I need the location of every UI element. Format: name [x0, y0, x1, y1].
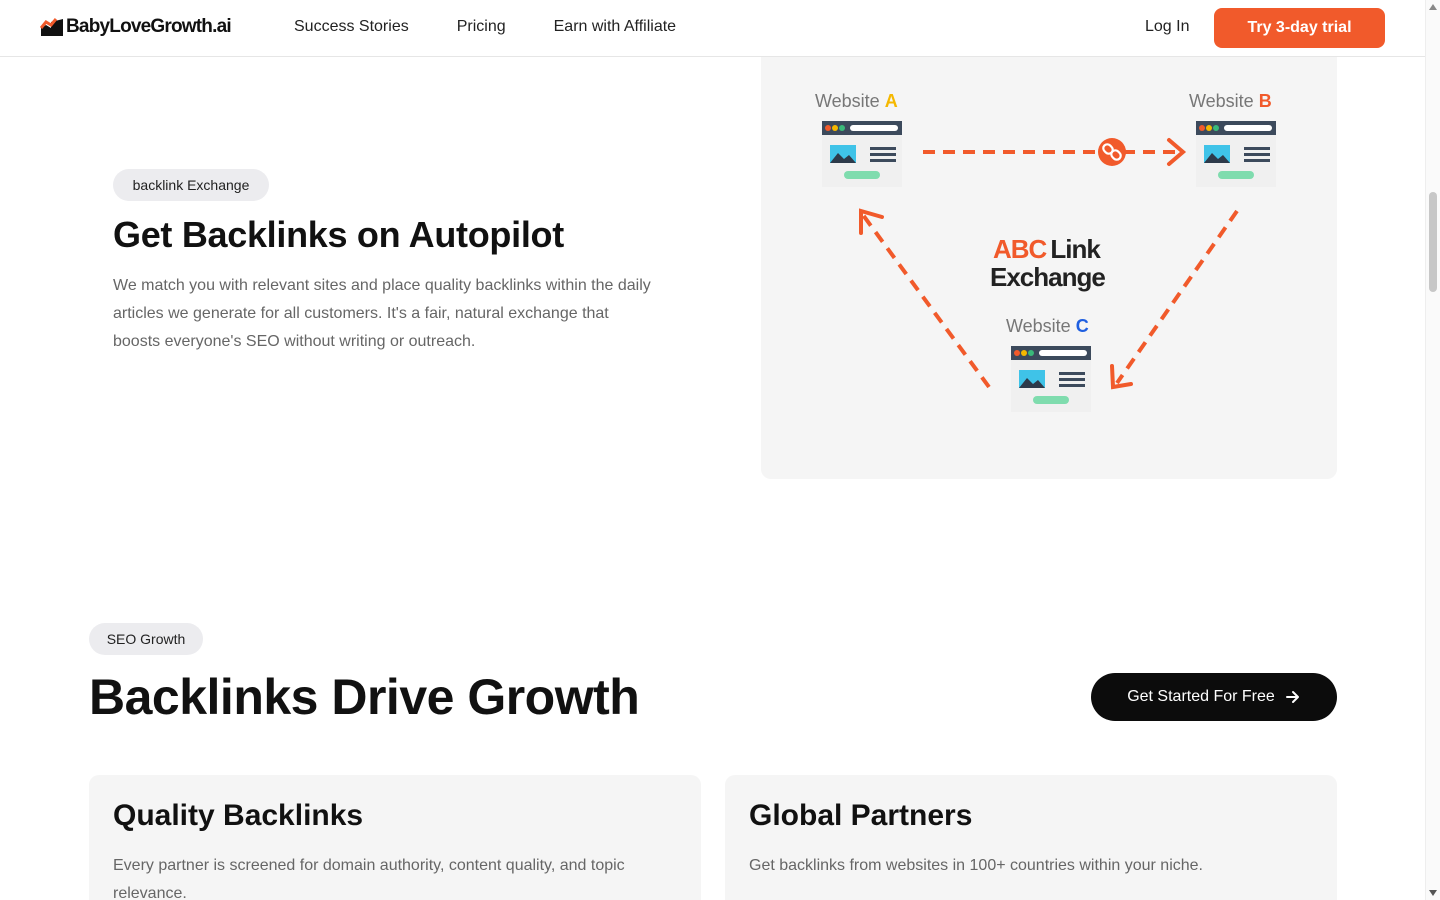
growth-badge: SEO Growth	[89, 623, 203, 655]
exchange-title: Get Backlinks on Autopilot	[113, 214, 564, 255]
scroll-down-arrow-icon[interactable]	[1429, 890, 1437, 896]
card-title: Global Partners	[749, 799, 973, 832]
nav-pricing[interactable]: Pricing	[457, 18, 506, 36]
arrow-b-to-c	[1115, 209, 1239, 385]
login-link[interactable]: Log In	[1145, 18, 1189, 36]
site-c-icon	[1011, 346, 1091, 412]
brand-logo[interactable]: BabyLoveGrowth.ai	[40, 16, 232, 38]
exchange-description: We match you with relevant sites and pla…	[113, 277, 651, 350]
card-title: Quality Backlinks	[113, 799, 364, 832]
arrow-right-icon	[1285, 691, 1299, 703]
site-a-label: Website A	[815, 91, 898, 111]
diagram-svg: Website A Website B Website C ABC Link Ex…	[815, 91, 1276, 412]
site-b-icon	[1196, 121, 1276, 187]
feature-card-quality: Quality Backlinks Every partner is scree…	[89, 775, 701, 900]
logo-text: BabyLoveGrowth.ai	[66, 16, 232, 37]
site-b-label: Website B	[1189, 91, 1272, 111]
arrowhead-a-icon	[859, 208, 884, 235]
growth-title: Backlinks Drive Growth	[89, 669, 640, 725]
top-header: BabyLoveGrowth.ai Success Stories Pricin…	[0, 0, 1425, 57]
link-chain-icon	[1098, 138, 1126, 166]
logo-icon	[40, 18, 63, 36]
exchange-badge: backlink Exchange	[113, 169, 269, 201]
trial-button[interactable]: Try 3-day trial	[1214, 8, 1385, 48]
site-a-icon	[822, 121, 902, 187]
scroll-up-arrow-icon[interactable]	[1429, 4, 1437, 10]
nav-affiliate[interactable]: Earn with Affiliate	[554, 18, 676, 36]
card-text: Get backlinks from websites in 100+ coun…	[749, 857, 1203, 874]
page-scrollbar[interactable]	[1425, 0, 1440, 900]
main-nav: Success Stories Pricing Earn with Affili…	[294, 18, 676, 36]
feature-card-global: Global Partners Get backlinks from websi…	[725, 775, 1337, 900]
center-label-line1: ABC Link	[993, 234, 1101, 264]
center-label-line2: Exchange	[990, 262, 1105, 292]
get-started-button[interactable]: Get Started For Free	[1091, 673, 1337, 721]
link-exchange-diagram: Website A Website B Website C ABC Link Ex…	[761, 57, 1337, 479]
arrow-c-to-a	[861, 213, 991, 389]
site-c-label: Website C	[1006, 316, 1089, 336]
get-started-label: Get Started For Free	[1127, 688, 1275, 705]
nav-success-stories[interactable]: Success Stories	[294, 18, 409, 36]
card-text: Every partner is screened for domain aut…	[113, 857, 625, 900]
scroll-thumb[interactable]	[1429, 192, 1437, 292]
